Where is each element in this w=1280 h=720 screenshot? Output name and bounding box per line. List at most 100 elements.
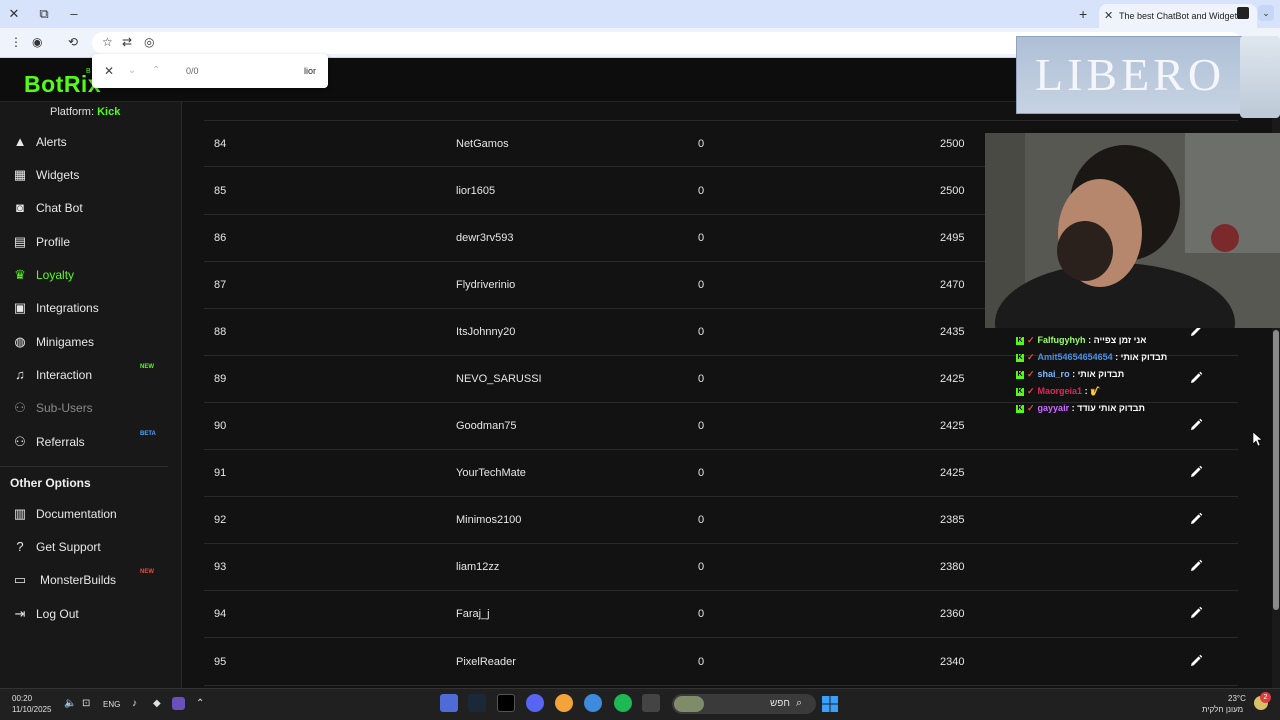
favorite-star-icon[interactable]: ☆ <box>102 34 113 50</box>
find-prev-icon[interactable]: ⌃ <box>152 64 160 78</box>
value-cell: 0 <box>698 608 705 620</box>
value-cell: 0 <box>698 467 705 479</box>
notification-bell-icon[interactable]: 2 <box>1252 692 1272 712</box>
weather-temp[interactable]: 23°C <box>1228 694 1246 704</box>
scrollbar-thumb[interactable] <box>1273 330 1279 610</box>
check-icon: ✓ <box>1027 369 1035 379</box>
sidebar-item-minigames[interactable]: ◍ Minigames <box>0 327 168 357</box>
points-cell: 2340 <box>940 656 965 668</box>
sidebar-item-label: Minigames <box>36 335 95 349</box>
value-cell: 0 <box>698 138 705 150</box>
table-row: 93 liam12zz 0 2380 <box>204 544 1238 591</box>
find-count: 0/0 <box>186 66 199 76</box>
translate-icon[interactable]: ⇄ <box>122 34 132 50</box>
pencil-icon[interactable] <box>1188 653 1204 669</box>
check-icon: ✓ <box>1027 352 1035 362</box>
rank-cell: 86 <box>214 232 227 244</box>
obs-icon[interactable] <box>555 694 573 712</box>
help-icon: ? <box>16 539 24 554</box>
username-cell: Goodman75 <box>456 420 517 432</box>
restore-window-icon[interactable]: ⧉ <box>34 5 54 23</box>
language-indicator[interactable]: ENG <box>103 700 120 710</box>
sidebar-item-log-out[interactable]: ⇥ Log Out <box>0 599 168 629</box>
value-cell: 0 <box>698 373 705 385</box>
calculator-icon[interactable] <box>440 694 458 712</box>
sidebar-item-loyalty[interactable]: ♛ Loyalty <box>0 260 168 290</box>
search-placeholder: חפש <box>770 698 790 709</box>
value-cell: 0 <box>698 561 705 573</box>
weather-description[interactable]: מעונן חלקית <box>1202 705 1243 715</box>
new-badge: NEW <box>140 569 154 575</box>
logout-icon: ⇥ <box>14 606 26 621</box>
find-bar: ✕ ⌄ ⌃ 0/0 lior <box>92 54 328 88</box>
kick-icon: K <box>1016 370 1024 379</box>
sidebar-item-profile[interactable]: ▤ Profile <box>0 227 168 257</box>
sidebar-item-sub-users[interactable]: ⚇ Sub-Users <box>0 393 168 423</box>
steam-icon[interactable] <box>468 694 486 712</box>
tab-close-icon[interactable]: ✕ <box>1104 4 1113 28</box>
speaker-icon[interactable]: 🔈 <box>64 699 76 709</box>
pencil-icon[interactable] <box>1188 417 1204 433</box>
table-row: 95 PixelReader 0 2340 <box>204 639 1238 686</box>
rank-cell: 90 <box>214 420 227 432</box>
sidebar-item-interaction[interactable]: ♫ Interaction NEW <box>0 360 168 390</box>
sidebar-item-referrals[interactable]: ⚇ Referrals BETA <box>0 427 168 457</box>
pencil-icon[interactable] <box>1188 605 1204 621</box>
value-cell: 0 <box>698 185 705 197</box>
sidebar-item-documentation[interactable]: ▥ Documentation <box>0 499 168 529</box>
table-row: 94 Faraj_j 0 2360 <box>204 591 1238 638</box>
points-cell: 2435 <box>940 326 965 338</box>
sidebar-item-alerts[interactable]: ▲ Alerts <box>0 127 168 157</box>
menu-dots-icon[interactable]: ⋮ <box>10 34 22 50</box>
sidebar-item-get-support[interactable]: ? Get Support <box>0 532 168 562</box>
windows-start-icon[interactable] <box>822 696 838 712</box>
find-next-icon[interactable]: ⌄ <box>128 64 136 78</box>
sidebar-item-chat-bot[interactable]: ◙ Chat Bot <box>0 193 168 223</box>
find-close-icon[interactable]: ✕ <box>104 64 114 78</box>
file-explorer-icon[interactable] <box>642 694 660 712</box>
sidebar-item-widgets[interactable]: ▦ Widgets <box>0 160 168 190</box>
spotify-icon[interactable] <box>614 694 632 712</box>
tracking-icon[interactable]: ◎ <box>144 34 154 50</box>
tab-list-icon[interactable]: ⌄ <box>1258 5 1274 21</box>
logo-badge: B <box>86 68 91 75</box>
sidebar-item-monsterbuilds[interactable]: ▭ MonsterBuilds NEW <box>0 565 168 595</box>
sidebar-item-label: Loyalty <box>36 268 75 282</box>
minimize-window-icon[interactable]: – <box>64 5 84 23</box>
table-row: 91 YourTechMate 0 2425 <box>204 450 1238 497</box>
pencil-icon[interactable] <box>1188 511 1204 527</box>
discord-icon[interactable] <box>526 694 544 712</box>
gamepad-icon: ◍ <box>14 334 26 349</box>
chevron-up-icon[interactable]: ⌃ <box>196 699 204 709</box>
chat-username: gayyair <box>1037 403 1070 413</box>
chat-text: תבדוק אותי עודד <box>1077 403 1145 413</box>
webcam-overlay <box>985 133 1280 328</box>
microphone-icon[interactable]: ♪ <box>132 699 137 709</box>
sidebar-item-label: MonsterBuilds <box>40 573 117 587</box>
pencil-icon[interactable] <box>1188 558 1204 574</box>
sidebar-item-label: Documentation <box>36 507 117 521</box>
browser-tab[interactable]: The best ChatBot and Widgets <box>1099 4 1257 28</box>
new-tab-button[interactable]: + <box>1079 4 1087 24</box>
chrome-icon[interactable] <box>584 694 602 712</box>
chat-username: Falfugyhyh <box>1037 335 1086 345</box>
capcut-icon[interactable] <box>497 694 515 712</box>
clock-date[interactable]: 11/10/2025 <box>12 705 51 715</box>
pencil-icon[interactable] <box>1188 464 1204 480</box>
chat-message: K ✓ shai_ro : תבדוק אותי <box>1016 369 1125 379</box>
points-cell: 2425 <box>940 373 965 385</box>
sidebar-item-integrations[interactable]: ▣ Integrations <box>0 293 168 323</box>
close-window-icon[interactable]: ✕ <box>4 5 24 23</box>
onenote-icon[interactable] <box>172 697 185 710</box>
search-icon: ⌕ <box>796 697 803 709</box>
find-input[interactable]: lior <box>304 64 316 78</box>
edge-icon[interactable]: ◉ <box>32 34 42 50</box>
network-icon[interactable]: ⊡ <box>82 699 90 709</box>
defender-icon[interactable]: ◆ <box>153 699 161 709</box>
points-cell: 2425 <box>940 467 965 479</box>
robot-icon: ◙ <box>16 200 24 215</box>
clock-time[interactable]: 00:20 <box>12 694 32 704</box>
username-cell: Minimos2100 <box>456 514 522 526</box>
extensions-icon[interactable]: ⟲ <box>68 34 78 50</box>
chat-message: K ✓ Amit54654654654 : תבדוק אותי <box>1016 352 1168 362</box>
